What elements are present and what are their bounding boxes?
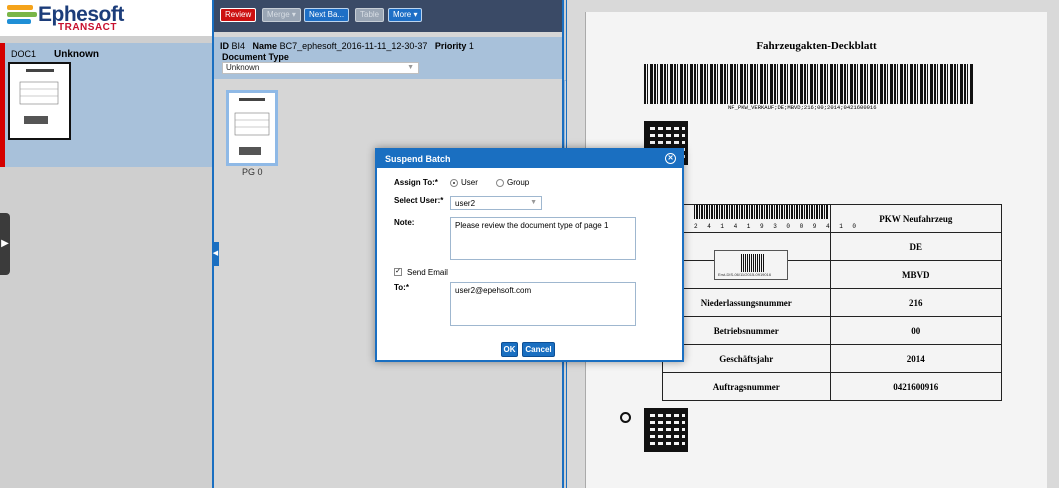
cancel-button[interactable]: Cancel — [522, 342, 555, 357]
ephesoft-logo-icon — [7, 4, 37, 30]
table-cell-value: 216 — [829, 288, 1003, 317]
table-cell-value: MBVD — [829, 260, 1003, 289]
document-type-title: Document Type — [222, 52, 289, 62]
logo-subtitle: TRANSACT — [58, 22, 117, 33]
app-logo: Ephesoft TRANSACT — [0, 0, 212, 36]
batch-name-label: Name — [252, 41, 278, 51]
batch-id-label: ID — [220, 41, 229, 51]
next-batch-button[interactable]: Next Ba... — [304, 8, 350, 22]
send-email-label: Send Email — [407, 268, 448, 277]
table-cell-value: 00 — [829, 316, 1003, 345]
chevron-down-icon: ▼ — [530, 199, 537, 206]
document-type-select[interactable]: Unknown ▼ — [222, 62, 419, 74]
chevron-down-icon: ▼ — [407, 64, 414, 71]
select-user-label: Select User:* — [394, 196, 444, 205]
review-button[interactable]: Review — [220, 8, 257, 22]
group-radio[interactable] — [496, 179, 504, 187]
more-button[interactable]: More ▾ — [388, 8, 423, 22]
table-button[interactable]: Table — [355, 8, 385, 22]
table-cell-label: Betriebsnummer — [662, 316, 831, 345]
batch-info-line: ID BI4 Name BC7_ephesoft_2016-11-11_12-3… — [220, 41, 474, 51]
collapse-panel-button[interactable]: ◀ — [212, 242, 219, 266]
email-to-field[interactable]: user2@epehsoft.com — [450, 282, 636, 326]
table-row: Niederlassungsnummer 216 — [662, 288, 1003, 317]
toolbar: Review Merge ▾ Next Ba... Table More ▾ — [214, 0, 562, 32]
batch-info: ID BI4 Name BC7_ephesoft_2016-11-11_12-3… — [214, 37, 562, 79]
document-type-value: Unknown — [226, 63, 260, 72]
table-cell-value: 0421600916 — [829, 372, 1003, 401]
select-user-value: user2 — [455, 199, 476, 208]
document-type-label: Unknown — [54, 49, 99, 60]
page-label: PG 0 — [242, 167, 263, 177]
dialog-header: Suspend Batch ✕ — [377, 150, 682, 168]
user-radio[interactable] — [450, 179, 458, 187]
main-barcode — [644, 64, 974, 104]
send-email-checkbox[interactable]: ✓ — [394, 268, 402, 276]
qr-code-bottom — [644, 408, 688, 452]
table-row: Geschäftsjahr 2014 — [662, 344, 1003, 373]
batch-name: BC7_ephesoft_2016-11-11_12-30-37 — [279, 41, 428, 51]
page-thumbnail[interactable] — [226, 90, 278, 166]
document-table: PKW Neufahrzeug DE MBVD Niederlassungsnumme… — [662, 204, 1003, 401]
more-button-label: More — [393, 10, 412, 19]
handwritten-mark — [620, 412, 631, 423]
to-label: To:* — [394, 283, 409, 292]
document-thumbnail[interactable] — [8, 62, 71, 140]
document-title: Fahrzeugakten-Deckblatt — [756, 40, 877, 52]
table-row: Auftragsnummer 0421600916 — [662, 372, 1003, 401]
table-cell-value: PKW Neufahrzeug — [829, 204, 1003, 233]
table-cell-label: Geschäftsjahr — [662, 344, 831, 373]
group-radio-label: Group — [507, 178, 530, 187]
dialog-title: Suspend Batch — [385, 154, 451, 164]
select-user-dropdown[interactable]: user2 ▼ — [450, 196, 542, 210]
table-cell-value: DE — [829, 232, 1003, 261]
suspend-batch-dialog: Suspend Batch ✕ Assign To:* User Group S… — [375, 148, 684, 362]
document-id: DOC1 — [11, 49, 37, 59]
expand-panel-button[interactable]: ▶ — [0, 213, 10, 275]
stamp: Erst-DIS-06/11/2015-0919016 — [714, 250, 788, 280]
table-row: Betriebsnummer 00 — [662, 316, 1003, 345]
ok-button[interactable]: OK — [501, 342, 518, 357]
document-item[interactable]: DOC1 Unknown — [0, 43, 212, 167]
batch-priority-label: Priority — [434, 41, 467, 51]
note-label: Note: — [394, 218, 415, 227]
user-radio-label: User — [461, 178, 478, 187]
merge-button-label: Merge — [267, 10, 290, 19]
table-cell-label — [662, 204, 831, 233]
table-cell-label: Auftragsnummer — [662, 372, 831, 401]
close-icon[interactable]: ✕ — [665, 153, 676, 164]
barcode-text: NF_PKW_VERKAUF;DE;MBVD;216;00;2014;04216… — [728, 104, 877, 111]
merge-button[interactable]: Merge ▾ — [262, 8, 301, 22]
table-row: PKW Neufahrzeug — [662, 204, 1003, 233]
batch-priority: 1 — [468, 41, 474, 51]
table-cell-value: 2014 — [829, 344, 1003, 373]
stamp-text: Erst-DIS-06/11/2015-0919016 — [718, 272, 772, 277]
document-list-panel: Ephesoft TRANSACT DOC1 Unknown ▶ — [0, 0, 212, 488]
batch-id: BI4 — [231, 41, 246, 51]
assign-to-label: Assign To:* — [394, 178, 438, 187]
stamp-barcode — [741, 254, 765, 272]
note-textarea[interactable]: Please review the document type of page … — [450, 217, 636, 260]
table-cell-label: Niederlassungsnummer — [662, 288, 831, 317]
